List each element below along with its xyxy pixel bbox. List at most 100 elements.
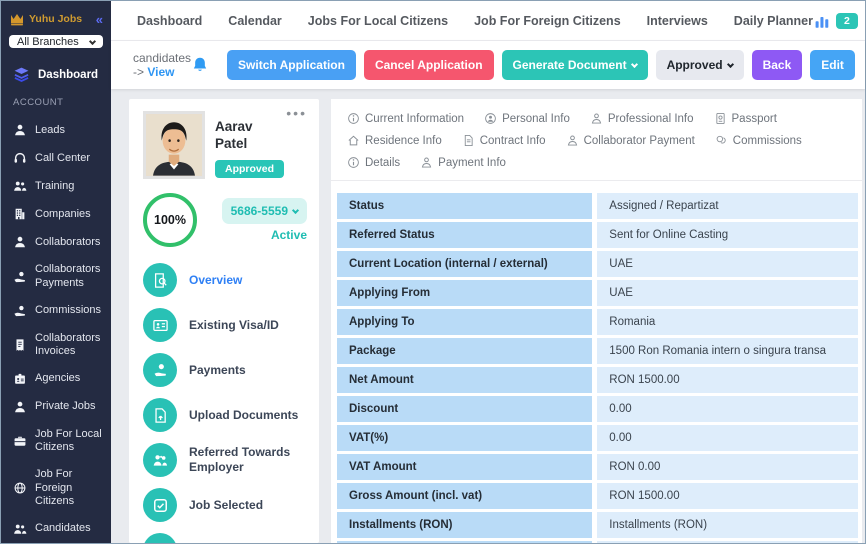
tab-payment-info[interactable]: Payment Info bbox=[420, 156, 506, 169]
id-card-icon bbox=[143, 308, 177, 342]
hand-coin-icon bbox=[13, 304, 27, 318]
doc-upload-icon bbox=[143, 398, 177, 432]
profile-meta: Aarav Patel Approved bbox=[215, 111, 284, 179]
tab-commissions[interactable]: Commissions bbox=[715, 134, 802, 147]
top-header: Dashboard Calendar Jobs For Local Citize… bbox=[111, 1, 865, 41]
sidebar-item-dashboard[interactable]: Dashboard bbox=[1, 58, 111, 93]
breadcrumb-view-link[interactable]: View bbox=[147, 65, 174, 79]
headset-icon bbox=[13, 151, 27, 165]
candidate-code-dropdown[interactable]: 5686-5559 bbox=[222, 198, 307, 224]
tab-details[interactable]: Details bbox=[347, 156, 400, 169]
tab-professional-info[interactable]: Professional Info bbox=[590, 112, 694, 125]
people-icon bbox=[13, 179, 27, 193]
table-row: VAT(%)0.00 bbox=[337, 425, 858, 451]
menu-item-existing-visa-id[interactable]: Existing Visa/ID bbox=[143, 308, 307, 342]
chevron-down-icon bbox=[727, 61, 734, 68]
home-icon bbox=[347, 134, 360, 147]
building-icon bbox=[13, 207, 27, 221]
table-row: StatusAssigned / Repartizat bbox=[337, 193, 858, 219]
user-icon bbox=[590, 112, 603, 125]
bell-icon[interactable] bbox=[191, 56, 209, 74]
table-row: Package1500 Ron Romania intern o singura… bbox=[337, 338, 858, 364]
generate-document-button[interactable]: Generate Document bbox=[502, 50, 648, 80]
branch-select[interactable]: All Branches bbox=[9, 35, 103, 48]
doc-search-icon bbox=[143, 263, 177, 297]
sidebar: Yuhu Jobs « All Branches Dashboard ACCOU… bbox=[1, 1, 111, 543]
menu-item-upload-documents[interactable]: Upload Documents bbox=[143, 398, 307, 432]
table-row: Discount0.00 bbox=[337, 396, 858, 422]
status-badge: Approved bbox=[215, 160, 284, 178]
passport-icon bbox=[714, 112, 727, 125]
invoice-icon bbox=[13, 338, 27, 352]
sidebar-item-job-foreign-citizens[interactable]: Job For Foreign Citizens bbox=[1, 461, 111, 515]
more-options-icon[interactable]: ••• bbox=[286, 109, 307, 117]
sidebar-item-collaborators-invoices[interactable]: Collaborators Invoices bbox=[1, 325, 111, 365]
main-area: Dashboard Calendar Jobs For Local Citize… bbox=[111, 1, 865, 543]
logo: Yuhu Jobs « bbox=[1, 9, 111, 33]
notification-count-badge[interactable]: 2 bbox=[836, 13, 858, 29]
person-icon bbox=[13, 235, 27, 249]
table-row: Applying ToRomania bbox=[337, 309, 858, 335]
table-row: Applying FromUAE bbox=[337, 280, 858, 306]
candidate-photo-illustration bbox=[146, 114, 202, 176]
sidebar-item-training[interactable]: Training bbox=[1, 172, 111, 200]
sidebar-item-leads[interactable]: Leads bbox=[1, 116, 111, 144]
nav-interviews[interactable]: Interviews bbox=[647, 14, 708, 28]
switch-application-button[interactable]: Switch Application bbox=[227, 50, 356, 80]
menu-item-referred-towards-employer[interactable]: Referred Towards Employer bbox=[143, 443, 307, 477]
person-icon bbox=[13, 123, 27, 137]
job-check-icon bbox=[143, 488, 177, 522]
back-button[interactable]: Back bbox=[752, 50, 803, 80]
tab-residence-info[interactable]: Residence Info bbox=[347, 134, 442, 147]
menu-item-overview[interactable]: Overview bbox=[143, 263, 307, 297]
candidate-name: Aarav Patel bbox=[215, 119, 275, 153]
nav-calendar[interactable]: Calendar bbox=[228, 14, 282, 28]
progress-row: 100% 5686-5559 Active bbox=[143, 193, 307, 247]
file-icon bbox=[462, 134, 475, 147]
tab-current-information[interactable]: Current Information bbox=[347, 112, 464, 125]
tab-personal-info[interactable]: Personal Info bbox=[484, 112, 570, 125]
nav-jobs-foreign[interactable]: Job For Foreign Citizens bbox=[474, 14, 621, 28]
approved-dropdown-button[interactable]: Approved bbox=[656, 50, 744, 80]
sidebar-item-commissions[interactable]: Commissions bbox=[1, 297, 111, 325]
content-area: ••• bbox=[111, 89, 865, 543]
table-row: VAT AmountRON 0.00 bbox=[337, 454, 858, 480]
nav-jobs-local[interactable]: Jobs For Local Citizens bbox=[308, 14, 448, 28]
chart-bars-icon[interactable] bbox=[813, 12, 831, 30]
tab-contract-info[interactable]: Contract Info bbox=[462, 134, 546, 147]
coins-icon bbox=[715, 134, 728, 147]
pay-hand-icon bbox=[143, 353, 177, 387]
table-row: Exchange Rate0.81 on 24/08/2023 bbox=[337, 541, 858, 543]
sidebar-item-private-jobs[interactable]: Private Jobs bbox=[1, 393, 111, 421]
person-icon bbox=[13, 400, 27, 414]
details-panel: Current Information Personal Info Profes… bbox=[331, 99, 862, 543]
people-icon bbox=[13, 522, 27, 536]
tab-passport[interactable]: Passport bbox=[714, 112, 777, 125]
sidebar-item-collaborators[interactable]: Collaborators bbox=[1, 228, 111, 256]
briefcase-icon bbox=[13, 434, 27, 448]
tab-collaborator-payment[interactable]: Collaborator Payment bbox=[566, 134, 695, 147]
user-circle-icon bbox=[484, 112, 497, 125]
chevron-down-icon bbox=[292, 207, 299, 214]
logo-text: Yuhu Jobs bbox=[29, 13, 92, 25]
edit-button[interactable]: Edit bbox=[810, 50, 855, 80]
header-right: 2 Hi, Shukaib bbox=[813, 9, 866, 33]
menu-item-job-selected[interactable]: Job Selected bbox=[143, 488, 307, 522]
sidebar-item-job-local-citizens[interactable]: Job For Local Citizens bbox=[1, 421, 111, 461]
user-pay-icon bbox=[420, 156, 433, 169]
profile-completion-ring: 100% bbox=[143, 193, 197, 247]
profile-menu: Overview Existing Visa/ID Payments Uploa… bbox=[143, 263, 307, 543]
sidebar-item-call-center[interactable]: Call Center bbox=[1, 144, 111, 172]
menu-item-payments[interactable]: Payments bbox=[143, 353, 307, 387]
people-arrow-icon bbox=[143, 443, 177, 477]
nav-daily-planner[interactable]: Daily Planner bbox=[734, 14, 813, 28]
sidebar-item-collaborators-payments[interactable]: Collaborators Payments bbox=[1, 256, 111, 296]
menu-item-got-offer-letter[interactable]: Got Offer Letter bbox=[143, 533, 307, 543]
cancel-application-button[interactable]: Cancel Application bbox=[364, 50, 494, 80]
sidebar-item-agencies[interactable]: Agencies bbox=[1, 365, 111, 393]
sidebar-item-candidates[interactable]: Candidates bbox=[1, 515, 111, 543]
sidebar-dashboard-label: Dashboard bbox=[38, 69, 98, 81]
nav-dashboard[interactable]: Dashboard bbox=[137, 14, 202, 28]
sidebar-collapse-icon[interactable]: « bbox=[96, 12, 103, 27]
sidebar-item-companies[interactable]: Companies bbox=[1, 200, 111, 228]
